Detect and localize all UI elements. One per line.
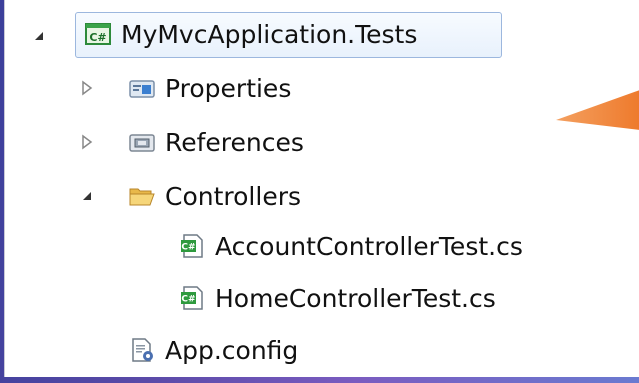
- open-folder-icon: [129, 183, 155, 209]
- csharp-project-icon: C#: [85, 21, 111, 47]
- tree-item-label: References: [165, 127, 304, 157]
- tree-item-label: Properties: [165, 73, 292, 103]
- csharp-file-icon: C#: [179, 233, 205, 259]
- tree-item-label: Controllers: [165, 181, 301, 211]
- solution-explorer-panel: C# MyMvcApplication.Tests Properties Ref…: [4, 0, 639, 377]
- tree-item-root[interactable]: C# MyMvcApplication.Tests: [85, 10, 417, 58]
- tree-item-label: App.config: [165, 335, 299, 365]
- properties-folder-icon: [129, 75, 155, 101]
- collapsed-triangle-icon[interactable]: [79, 80, 95, 96]
- collapsed-triangle-icon[interactable]: [79, 134, 95, 150]
- callout-arrow-icon: [556, 90, 639, 130]
- tree-item-home-controller-test[interactable]: C# HomeControllerTest.cs: [179, 274, 496, 322]
- config-file-icon: [129, 337, 155, 363]
- tree-item-controllers[interactable]: Controllers: [129, 172, 301, 220]
- tree-item-app-config[interactable]: App.config: [129, 326, 298, 374]
- svg-text:C#: C#: [181, 243, 195, 253]
- solution-tree: C# MyMvcApplication.Tests Properties Ref…: [5, 0, 639, 377]
- tree-item-label: MyMvcApplication.Tests: [121, 19, 418, 49]
- references-folder-icon: [129, 129, 155, 155]
- expanded-triangle-icon[interactable]: [79, 188, 95, 204]
- expanded-triangle-icon[interactable]: [31, 28, 47, 44]
- csharp-file-icon: C#: [179, 285, 205, 311]
- tree-item-references[interactable]: References: [129, 118, 304, 166]
- tree-item-account-controller-test[interactable]: C# AccountControllerTest.cs: [179, 222, 523, 270]
- svg-text:C#: C#: [89, 31, 106, 44]
- svg-text:C#: C#: [181, 295, 195, 305]
- tree-item-properties[interactable]: Properties: [129, 64, 291, 112]
- tree-item-label: HomeControllerTest.cs: [215, 283, 496, 313]
- tree-item-label: AccountControllerTest.cs: [215, 231, 523, 261]
